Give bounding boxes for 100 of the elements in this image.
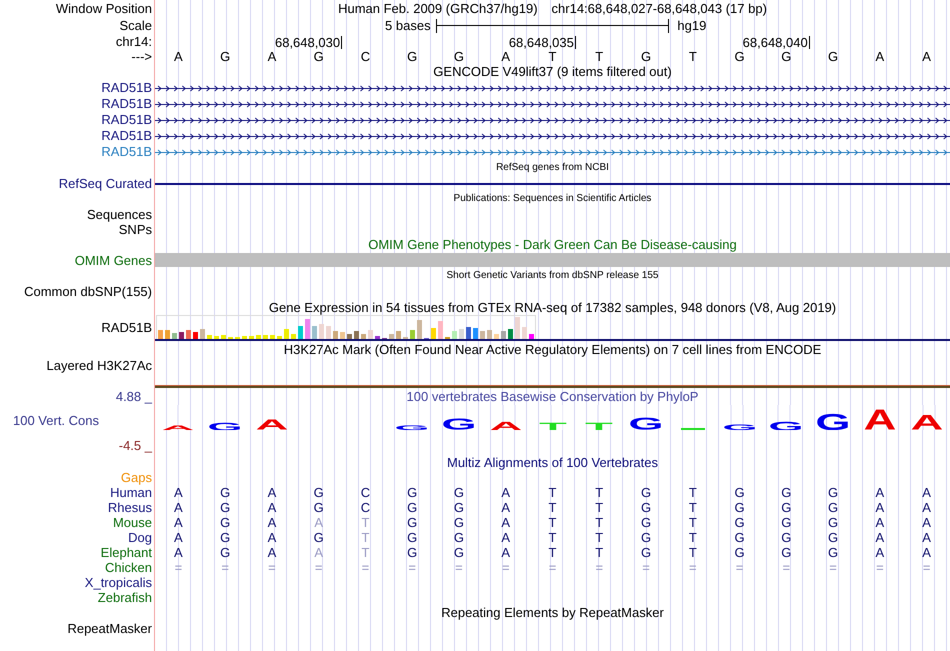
track-title: Multiz Alignments of 100 Vertebrates [446, 456, 658, 470]
gene-feature[interactable] [155, 84, 950, 92]
aligned-base: C [360, 500, 370, 514]
expression-bar [361, 334, 366, 339]
aligned-base: G [220, 500, 230, 514]
row-label: Window Position [56, 2, 152, 16]
aligned-base: A [268, 530, 276, 544]
aligned-base: T [548, 516, 556, 530]
expression-bar [529, 334, 534, 339]
sequence-base: G [828, 50, 838, 64]
aligned-base: = [408, 560, 416, 574]
aligned-base: A [501, 530, 510, 544]
aligned-base: G [407, 486, 418, 500]
aligned-base: G [314, 530, 324, 544]
expression-bar [431, 328, 436, 339]
sequence-base: G [734, 50, 745, 64]
aligned-base: T [548, 486, 556, 500]
conservation-letter: G [627, 417, 666, 430]
aligned-base: T [361, 546, 370, 560]
expression-bar [347, 334, 352, 339]
ruler-position: 68,648,030 [274, 36, 342, 48]
aligned-base: G [454, 546, 464, 560]
expression-bar [466, 327, 471, 339]
expression-bar [354, 331, 359, 339]
aligned-base: = [362, 560, 370, 574]
conservation-letter: G [814, 412, 852, 430]
sequence-base: G [640, 50, 652, 64]
aligned-base: A [922, 500, 931, 514]
aligned-base: A [501, 516, 510, 530]
aligned-base: A [922, 516, 931, 530]
expression-bar [515, 317, 520, 339]
sequence-base: G [220, 50, 230, 64]
expression-bar [165, 330, 170, 339]
track-label: RAD51B [101, 113, 152, 127]
gene-feature[interactable] [155, 100, 950, 108]
expression-bar [326, 326, 331, 339]
axis-max-label: 4.88 _ [116, 389, 152, 405]
aligned-base: C [360, 486, 370, 500]
aligned-base: G [640, 516, 652, 530]
sequence-base: T [595, 50, 604, 64]
track-title: Short Genetic Variants from dbSNP release 155 [446, 269, 658, 283]
aligned-base: T [548, 500, 556, 514]
aligned-base: G [454, 530, 464, 544]
conservation-letter: A [486, 421, 525, 430]
aligned-base: = [736, 560, 744, 574]
track-label: RAD51B [101, 129, 152, 143]
expression-bar [270, 335, 275, 339]
aligned-base: T [688, 516, 697, 530]
expression-bar [291, 334, 296, 339]
conservation-letter: A [860, 408, 899, 430]
species-label: Dog [128, 530, 152, 544]
expression-bar [396, 331, 401, 339]
expression-bar [277, 336, 282, 339]
aligned-base: A [876, 530, 884, 544]
aligned-base: G [734, 500, 745, 514]
aligned-base: = [829, 560, 837, 574]
gene-feature[interactable] [155, 116, 950, 124]
aligned-base: G [220, 546, 230, 560]
aligned-base: A [268, 546, 276, 560]
expression-bar [242, 336, 247, 339]
aligned-base: G [781, 530, 792, 544]
aligned-base: G [314, 486, 324, 500]
expression-bar [368, 330, 373, 339]
expression-bar [333, 331, 338, 339]
expression-bar [305, 319, 310, 339]
track-label: Common dbSNP(155) [24, 285, 152, 299]
aligned-base: = [314, 560, 322, 574]
expression-bar [249, 336, 254, 339]
conservation-letter: A [252, 419, 291, 430]
ruler-position: 68,648,035 [508, 36, 576, 48]
aligned-base: T [548, 530, 556, 544]
aligned-base: G [454, 500, 464, 514]
expression-bar [263, 335, 268, 339]
aligned-base: G [314, 500, 324, 514]
track-title: Publications: Sequences in Scientific Articles [454, 192, 652, 206]
species-label: Human [110, 486, 152, 500]
aligned-base: A [922, 546, 931, 560]
aligned-base: T [595, 516, 604, 530]
track-label: OMIM Genes [74, 254, 152, 268]
sequence-base: A [876, 50, 884, 64]
sequence-base: G [781, 50, 792, 64]
row-label: ---> [131, 50, 152, 64]
track-title: RefSeq genes from NCBI [496, 161, 609, 175]
aligned-base: G [640, 486, 652, 500]
expression-bar [375, 336, 380, 339]
ruler-position: 68,648,040 [742, 36, 810, 48]
gene-feature[interactable] [155, 132, 950, 140]
track-label: RAD51B [101, 97, 152, 111]
track-title: H3K27Ac Mark (Often Found Near Active Regulatory Elements) on 7 cell lines from ENCODE [284, 343, 822, 357]
aligned-base: G [781, 486, 792, 500]
sequence-base: A [268, 50, 276, 64]
species-label: Zebrafish [98, 590, 152, 604]
expression-bar [179, 332, 184, 339]
expression-bar [473, 328, 478, 339]
expression-bar [452, 331, 457, 339]
track-title: Repeating Elements by RepeatMasker [441, 606, 664, 620]
aligned-base: G [454, 486, 464, 500]
aligned-base: T [595, 486, 604, 500]
aligned-base: G [220, 516, 230, 530]
track-label: Layered H3K27Ac [46, 359, 152, 373]
